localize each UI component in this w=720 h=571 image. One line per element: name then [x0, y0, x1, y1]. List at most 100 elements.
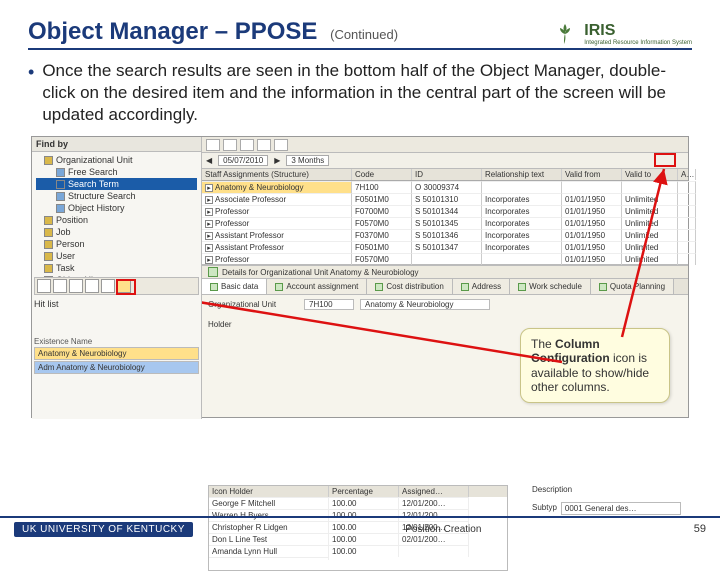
tree-item[interactable]: Task: [36, 262, 197, 274]
tree-item-icon: [44, 240, 53, 249]
detail-tab[interactable]: Cost distribution: [367, 279, 452, 294]
toolbar-button[interactable]: [85, 279, 99, 293]
span-field[interactable]: 3 Months: [286, 155, 329, 166]
tree-item-label: Task: [56, 263, 75, 273]
grid-cell: S 50101344: [412, 205, 482, 217]
toolbar-button[interactable]: [257, 139, 271, 151]
expand-icon[interactable]: ▸: [205, 196, 213, 204]
toolbar-button[interactable]: [206, 139, 220, 151]
grid-row[interactable]: ▸Assistant ProfessorF0501M0S 50101347Inc…: [202, 241, 688, 253]
tree-item-icon: [44, 216, 53, 225]
tree-item[interactable]: Free Search: [36, 166, 197, 178]
footer-title: Position Creation: [193, 524, 694, 535]
detail-tab[interactable]: Basic data: [202, 279, 267, 294]
expand-icon[interactable]: ▸: [205, 184, 213, 192]
org-unit-code: 7H100: [304, 299, 354, 310]
grid-cell: ▸Professor: [202, 217, 352, 229]
grid-cell: ▸Professor: [202, 253, 352, 265]
callout-pre: The: [531, 337, 555, 351]
grid-column-header[interactable]: Valid from: [562, 169, 622, 180]
tree-item-icon: [44, 228, 53, 237]
grid-row[interactable]: ▸ProfessorF0570M001/01/1950Unlimited: [202, 253, 688, 265]
next-arrow-icon[interactable]: ▶: [274, 156, 280, 165]
tree-item[interactable]: Object History: [36, 202, 197, 214]
grid-column-header[interactable]: ID: [412, 169, 482, 180]
expand-icon[interactable]: ▸: [205, 244, 213, 252]
detail-tab[interactable]: Work schedule: [510, 279, 591, 294]
holder-row[interactable]: George F Mitchell100.0012/01/200…: [209, 497, 507, 509]
detail-tab[interactable]: Quota Planning: [591, 279, 674, 294]
holder-cell: [209, 557, 329, 560]
toolbar-button[interactable]: [69, 279, 83, 293]
detail-tab[interactable]: Address: [453, 279, 510, 294]
hitlist-row[interactable]: Anatomy & Neurobiology: [34, 347, 199, 360]
grid-cell: O 30009374: [412, 181, 482, 193]
grid-cell: Unlimited: [622, 193, 678, 205]
grid-column-header[interactable]: Staff Assignments (Structure): [202, 169, 352, 180]
grid-cell: [482, 181, 562, 193]
tree-item[interactable]: Organizational Unit: [36, 154, 197, 166]
tree-item[interactable]: User: [36, 250, 197, 262]
detail-tab[interactable]: Account assignment: [267, 279, 367, 294]
tree-item-label: Object History: [68, 203, 125, 213]
grid-column-header[interactable]: Relationship text: [482, 169, 562, 180]
tree-item[interactable]: Job: [36, 226, 197, 238]
grid-cell: Unlimited: [622, 205, 678, 217]
tree-item-label: Position: [56, 215, 88, 225]
object-manager-tree: Find by Organizational UnitFree SearchSe…: [32, 137, 202, 419]
toolbar-button[interactable]: [37, 279, 51, 293]
check-icon: [208, 267, 218, 277]
tree-item[interactable]: Search Term: [36, 178, 197, 190]
tab-label: Basic data: [221, 282, 258, 291]
tree-item[interactable]: Person: [36, 238, 197, 250]
grid-cell: F0570M0: [352, 253, 412, 265]
grid-cell: S 50101345: [412, 217, 482, 229]
grid-cell: ▸Assistant Professor: [202, 241, 352, 253]
expand-icon[interactable]: ▸: [205, 232, 213, 240]
grid-row[interactable]: ▸ProfessorF0570M0S 50101345Incorporates0…: [202, 217, 688, 229]
grid-row[interactable]: ▸Associate ProfessorF0501M0S 50101310Inc…: [202, 193, 688, 205]
grid-cell: [678, 193, 696, 205]
description-block: Description Subtyp 0001 General des…: [532, 485, 681, 515]
hitlist-row[interactable]: Adm Anatomy & Neurobiology: [34, 361, 199, 374]
grid-column-header[interactable]: A…: [678, 169, 696, 180]
tree-item-icon: [44, 264, 53, 273]
sap-screenshot: Find by Organizational UnitFree SearchSe…: [31, 136, 689, 418]
tree-item-icon: [44, 156, 53, 165]
grid-row[interactable]: ▸Anatomy & Neurobiology7H100O 30009374: [202, 181, 688, 193]
title-continued: (Continued): [330, 27, 398, 42]
grid-column-header[interactable]: Valid to: [622, 169, 678, 180]
grid-row[interactable]: ▸Assistant ProfessorF0370M0S 50101346Inc…: [202, 229, 688, 241]
holder-row[interactable]: Amanda Lynn Hull100.00: [209, 545, 507, 560]
tab-label: Address: [472, 282, 501, 291]
grid-cell: [678, 253, 696, 265]
grid-cell: 01/01/1950: [562, 253, 622, 265]
details-bar-text: Details for Organizational Unit Anatomy …: [222, 268, 419, 277]
highlight-box-top: [654, 153, 676, 167]
prev-arrow-icon[interactable]: ◀: [206, 156, 212, 165]
toolbar-button[interactable]: [223, 139, 237, 151]
expand-icon[interactable]: ▸: [205, 208, 213, 216]
grid-cell: F0501M0: [352, 193, 412, 205]
grid-cell: S 50101346: [412, 229, 482, 241]
toolbar-button[interactable]: [53, 279, 67, 293]
grid-row[interactable]: ▸ProfessorF0700M0S 50101344Incorporates0…: [202, 205, 688, 217]
title-text: Object Manager – PPOSE: [28, 18, 317, 45]
grid-cell: [622, 181, 678, 193]
grid-cell: [412, 253, 482, 265]
tree-item[interactable]: Structure Search: [36, 190, 197, 202]
holder-column-header: Icon Holder: [209, 486, 329, 497]
toolbar-button[interactable]: [274, 139, 288, 151]
tree-item-label: Search Term: [68, 179, 119, 189]
toolbar-button[interactable]: [240, 139, 254, 151]
toolbar-button[interactable]: [101, 279, 115, 293]
grid-cell: ▸Professor: [202, 205, 352, 217]
expand-icon[interactable]: ▸: [205, 220, 213, 228]
grid-cell: Incorporates: [482, 205, 562, 217]
date-field[interactable]: 05/07/2010: [218, 155, 268, 166]
grid-column-header[interactable]: Code: [352, 169, 412, 180]
slide-header: Object Manager – PPOSE (Continued) IRIS …: [28, 18, 692, 50]
tree-item[interactable]: Position: [36, 214, 197, 226]
expand-icon[interactable]: ▸: [205, 256, 213, 264]
page-number: 59: [694, 523, 706, 535]
